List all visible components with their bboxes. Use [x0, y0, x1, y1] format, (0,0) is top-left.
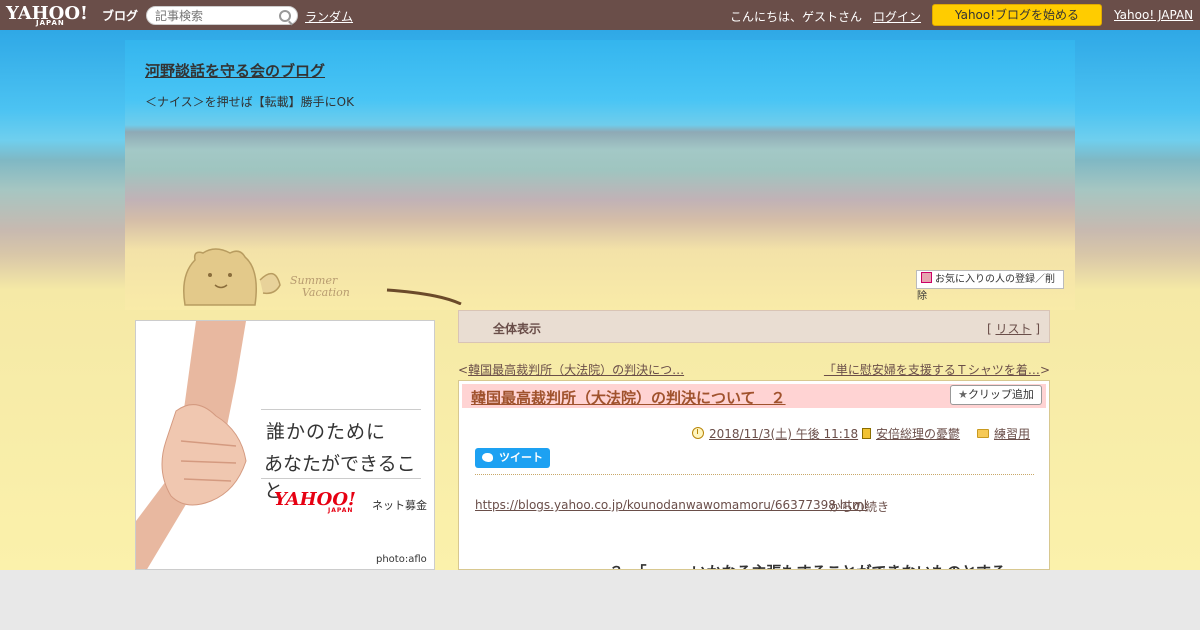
blog-description: ＜ナイス＞を押せば【転載】勝手にOK [145, 95, 354, 109]
dotted-divider [475, 474, 1034, 475]
greeting-text: こんにちは、ゲストさん [730, 10, 863, 24]
stick-icon [386, 288, 462, 305]
article-category: 安倍総理の憂鬱 [862, 425, 960, 442]
prev-article-link[interactable]: 韓国最高裁判所（大法院）の判決につ… [468, 363, 684, 377]
article-title-bar: 韓国最高裁判所（大法院）の判決について ２ ★クリップ追加 [462, 384, 1046, 408]
article-folder: 練習用 [977, 425, 1030, 442]
blog-header: 河野談話を守る会のブログ ＜ナイス＞を押せば【転載】勝手にOK Summer V… [125, 40, 1075, 310]
prev-article-nav: <韓国最高裁判所（大法院）の判決につ… [458, 363, 685, 377]
next-article-nav: 「単に慰安婦を支援するＴシャツを着…> [823, 363, 1050, 377]
footer-area [0, 570, 1200, 630]
donation-ad-banner[interactable]: 誰かのために あなたができること YAHOO! JAPAN ネット募金 phot… [135, 320, 435, 570]
ad-divider [261, 409, 421, 410]
source-link-line: https://blogs.yahoo.co.jp/kounodanwawoma… [475, 498, 867, 512]
yahoo-japan-link[interactable]: Yahoo! JAPAN [1114, 8, 1193, 22]
ad-photo-credit: photo:aflo [376, 554, 427, 565]
favorite-icon [921, 272, 932, 283]
all-view-title: 全体表示 [493, 322, 542, 336]
article-body-text: ３ 「・・・いかなる主張もすることができないものとする。 [609, 561, 1021, 569]
article-panel: 韓国最高裁判所（大法院）の判決について ２ ★クリップ追加 2018/11/3(… [458, 380, 1050, 570]
search-icon[interactable] [279, 10, 291, 22]
list-view-toggle: [ リスト ] [986, 322, 1040, 336]
blog-title-link[interactable]: 河野談話を守る会のブログ [145, 60, 325, 81]
random-link[interactable]: ランダム [305, 8, 353, 25]
twitter-bird-icon [482, 453, 493, 462]
ad-divider [261, 478, 421, 479]
article-category-link[interactable]: 安倍総理の憂鬱 [876, 427, 960, 441]
all-view-bar: 全体表示 [ リスト ] [458, 310, 1050, 343]
holding-hands-image [136, 321, 247, 569]
article-date-link[interactable]: 2018/11/3(土) 午後 11:18 [709, 427, 858, 441]
ad-service-name: ネット募金 [372, 499, 427, 512]
next-article-link[interactable]: 「単に慰安婦を支援するＴシャツを着… [824, 363, 1040, 377]
search-input[interactable] [155, 8, 275, 23]
book-icon [862, 428, 871, 439]
folder-icon [977, 429, 989, 438]
article-folder-link[interactable]: 練習用 [994, 427, 1030, 441]
article-search-box [146, 6, 298, 25]
logo-blog-text: ブログ [102, 9, 139, 23]
login-link[interactable]: ログイン [873, 8, 921, 25]
clip-add-button[interactable]: ★クリップ追加 [950, 385, 1042, 405]
tweet-button[interactable]: ツイート [475, 448, 550, 468]
logo-japan-text: JAPAN [36, 19, 65, 27]
list-view-link[interactable]: リスト [995, 322, 1031, 336]
ad-yahoo-japan-text: JAPAN [328, 507, 354, 514]
start-blog-button[interactable]: Yahoo!ブログを始める [932, 4, 1102, 26]
source-link[interactable]: https://blogs.yahoo.co.jp/kounodanwawoma… [475, 498, 867, 512]
article-title-link[interactable]: 韓国最高裁判所（大法院）の判決について ２ [471, 387, 786, 408]
continued-text: からの続き [829, 500, 890, 514]
star-icon: ★ [958, 388, 968, 401]
ad-headline-1: 誰かのために [266, 421, 387, 443]
bear-sand-drawing-icon [183, 248, 281, 306]
clock-icon [692, 427, 704, 439]
summer-vacation-text: Summer Vacation [290, 274, 350, 299]
article-date: 2018/11/3(土) 午後 11:18 [692, 425, 858, 442]
yahoo-blog-logo[interactable]: YAHOO! JAPAN ブログ [6, 2, 142, 28]
global-topbar: YAHOO! JAPAN ブログ ランダム こんにちは、ゲストさん ログイン Y… [0, 0, 1200, 30]
favorite-register-button[interactable]: お気に入りの人の登録／削除 [916, 270, 1064, 302]
